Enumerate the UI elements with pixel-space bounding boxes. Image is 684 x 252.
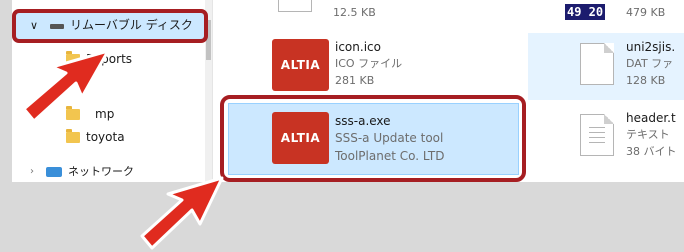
file-tile-icon-ico[interactable]: ALTIA icon.ico ICO ファイル 281 KB [268,37,523,93]
file-type: ICO ファイル [335,57,403,70]
text-document-icon [580,114,614,156]
tree-item-label: toyota [86,130,125,144]
thumbnail-badge: 49 20 [565,4,606,20]
file-type: DAT ファ [626,57,674,70]
chevron-down-icon[interactable]: ∨ [30,18,38,34]
altia-logo-icon: ALTIA [272,39,329,91]
file-size: 38 バイト [626,145,677,158]
tree-item-label: ネットワーク [68,165,134,178]
file-size: 12.5 KB [333,6,376,19]
file-tile-uni2sjis[interactable]: uni2sjis. DAT ファ 128 KB [580,37,684,93]
file-size: 281 KB [335,74,375,87]
drive-label: リムーバブル ディスク [70,18,193,32]
document-icon [580,43,614,85]
file-name: uni2sjis. [626,40,676,54]
file-icon [278,0,312,12]
chevron-right-icon[interactable]: › [30,164,34,180]
pointer-arrow-icon [140,176,224,250]
file-name: header.t [626,111,676,125]
file-size: 128 KB [626,74,666,87]
folder-icon [66,129,80,143]
file-name: icon.ico [335,40,381,54]
empty-area [0,182,684,252]
pointer-arrow-icon [22,49,110,123]
file-size: 479 KB [626,6,666,19]
highlight-frame [220,95,526,182]
network-icon [46,167,62,177]
file-type: テキスト [626,128,670,141]
drive-icon [50,24,64,29]
tree-item-toyota[interactable]: toyota [66,128,196,148]
file-tile-header[interactable]: header.t テキスト 38 バイト [580,108,684,164]
